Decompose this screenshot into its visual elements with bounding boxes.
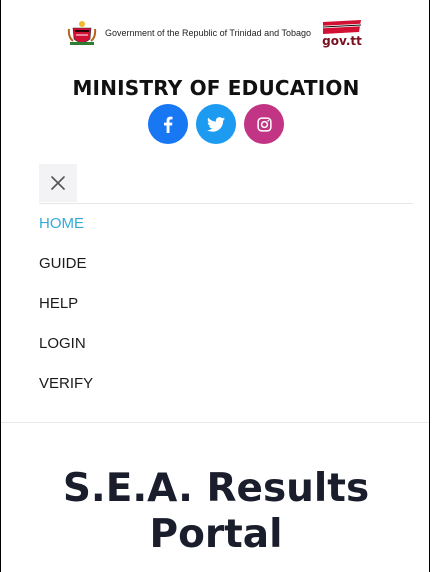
close-icon — [51, 176, 65, 190]
govtt-logo[interactable]: gov.tt — [319, 18, 365, 48]
page-title: S.E.A. Results Portal — [1, 466, 429, 558]
government-text: Government of the Republic of Trinidad a… — [105, 28, 311, 38]
nav-item-home[interactable]: HOME — [39, 210, 93, 250]
ministry-title: MINISTRY OF EDUCATION — [72, 76, 360, 100]
page-frame: Government of the Republic of Trinidad a… — [0, 0, 430, 572]
close-menu-button[interactable] — [39, 164, 77, 202]
coat-of-arms-icon — [67, 21, 97, 45]
govtt-logo-text: gov.tt — [322, 34, 362, 48]
nav-item-help[interactable]: HELP — [39, 290, 93, 330]
page-title-line-1: S.E.A. Results — [62, 466, 370, 511]
nav-menu: HOME GUIDE HELP LOGIN VERIFY — [39, 210, 93, 410]
facebook-icon — [164, 116, 173, 133]
government-banner: Government of the Republic of Trinidad a… — [1, 14, 429, 52]
facebook-button[interactable] — [148, 104, 188, 144]
social-links — [1, 104, 429, 144]
nav-item-login[interactable]: LOGIN — [39, 330, 93, 370]
section-divider — [1, 422, 429, 423]
nav-item-verify[interactable]: VERIFY — [39, 370, 93, 410]
page-title-line-2: Portal — [149, 512, 283, 557]
nav-item-guide[interactable]: GUIDE — [39, 250, 93, 290]
instagram-icon — [256, 116, 272, 132]
instagram-button[interactable] — [244, 104, 284, 144]
twitter-icon — [207, 116, 225, 132]
twitter-button[interactable] — [196, 104, 236, 144]
menu-divider — [39, 203, 413, 204]
